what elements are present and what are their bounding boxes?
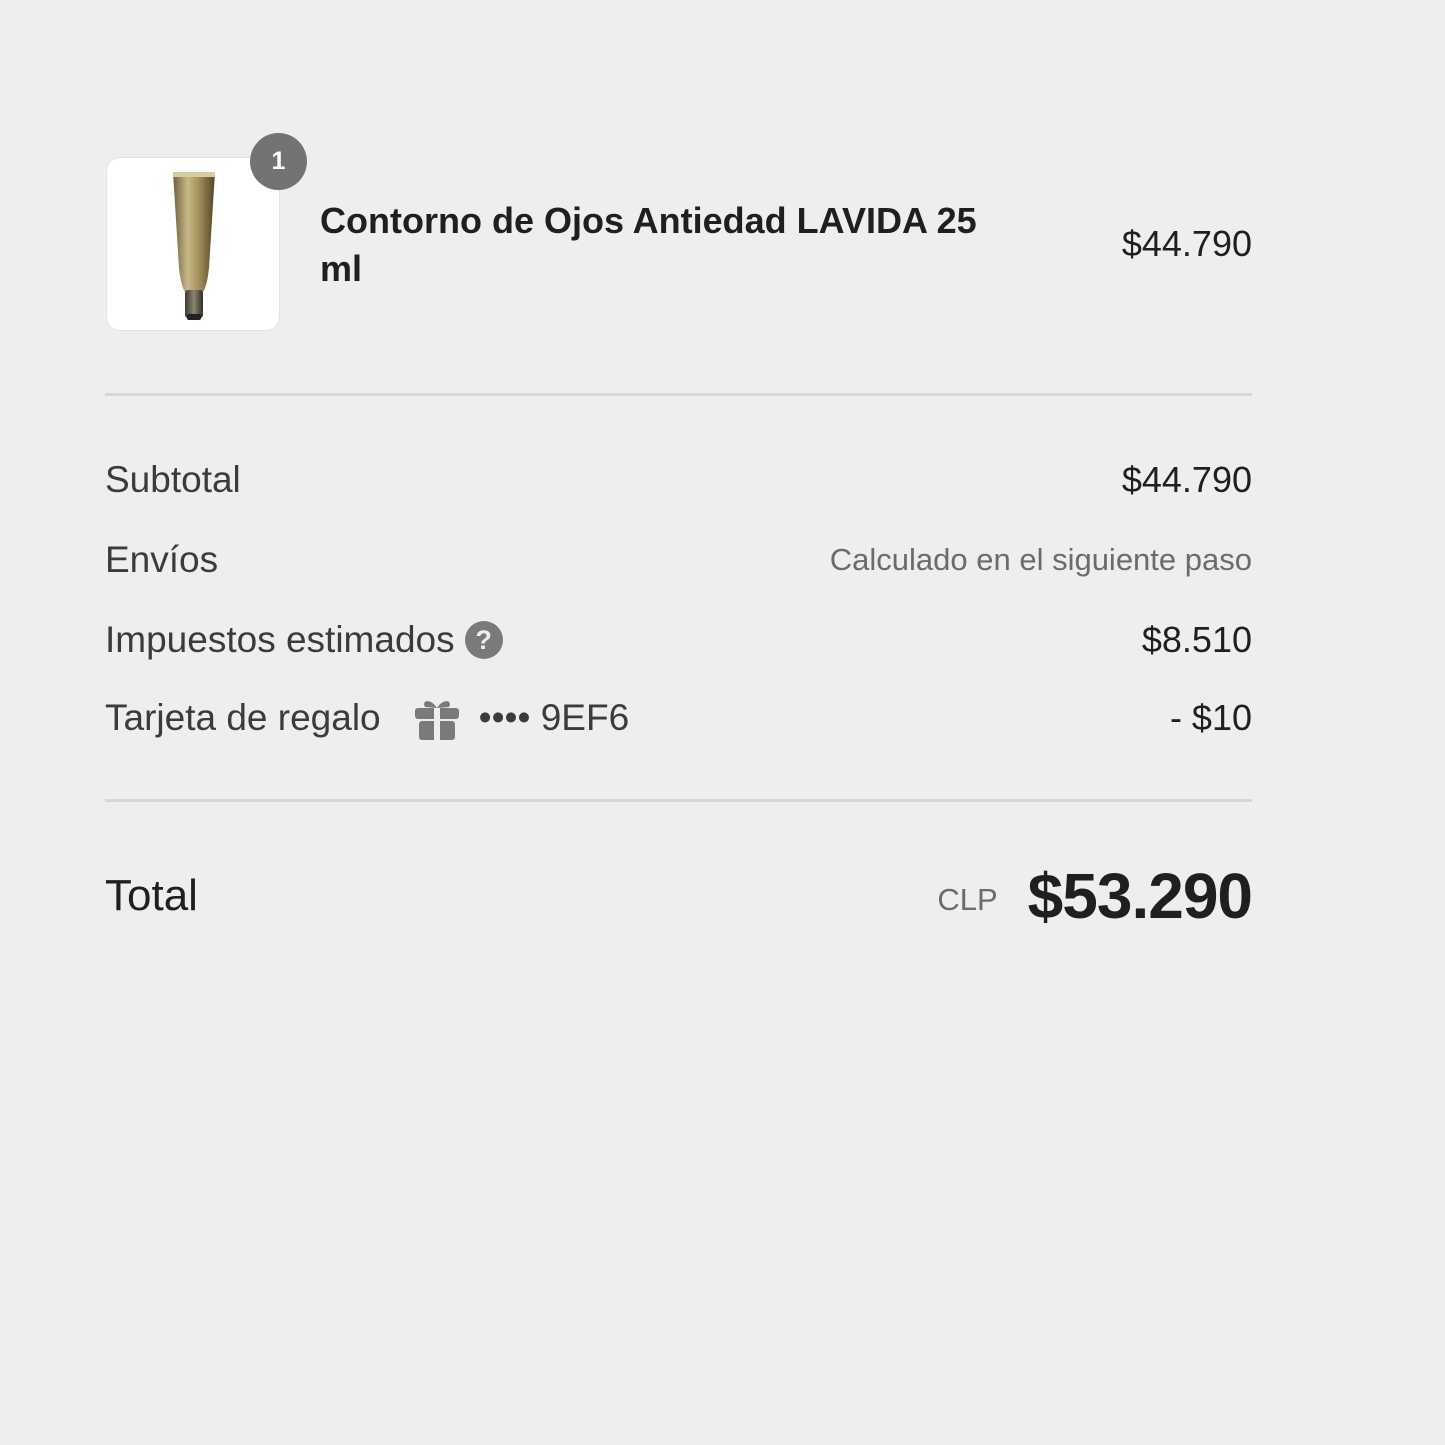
shipping-value: Calculado en el siguiente paso (829, 542, 1252, 577)
taxes-label: Impuestos estimados (105, 619, 455, 660)
divider (105, 799, 1252, 802)
gift-card-label: Tarjeta de regalo (105, 697, 381, 738)
quantity-badge: 1 (250, 133, 307, 190)
product-thumbnail: 1 (106, 133, 307, 331)
total-row: Total CLP $53.290 (105, 856, 1253, 936)
total-value-group: CLP $53.290 (937, 859, 1253, 933)
currency-code: CLP (937, 882, 998, 917)
subtotal-value: $44.790 (1121, 459, 1252, 500)
shipping-row: Envíos Calculado en el siguiente paso (105, 535, 1252, 585)
divider (105, 393, 1252, 396)
product-line-item: 1 Contorno de Ojos Antiedad LAVIDA 25 ml… (105, 133, 1252, 332)
subtotal-row: Subtotal $44.790 (105, 455, 1252, 505)
total-amount: $53.290 (1027, 860, 1253, 932)
taxes-row: Impuestos estimados ? $8.510 (105, 615, 1252, 665)
taxes-label-group: Impuestos estimados ? (105, 619, 503, 661)
tube-product-icon (173, 172, 215, 320)
gift-card-label-group: Tarjeta de regalo •••• 9EF6 (105, 694, 629, 742)
shipping-label: Envíos (105, 539, 219, 580)
subtotal-label: Subtotal (105, 459, 241, 500)
gift-card-row: Tarjeta de regalo •••• 9EF6 - $10 (105, 693, 1252, 743)
question-circle-icon[interactable]: ? (464, 621, 503, 659)
gift-card-value: - $10 (1169, 697, 1252, 738)
total-label: Total (105, 871, 198, 920)
gift-card-code: •••• 9EF6 (478, 697, 630, 738)
product-price: $44.790 (1121, 223, 1252, 264)
taxes-value: $8.510 (1141, 619, 1252, 660)
product-name: Contorno de Ojos Antiedad LAVIDA 25 ml (320, 200, 977, 289)
gift-icon (413, 694, 461, 742)
